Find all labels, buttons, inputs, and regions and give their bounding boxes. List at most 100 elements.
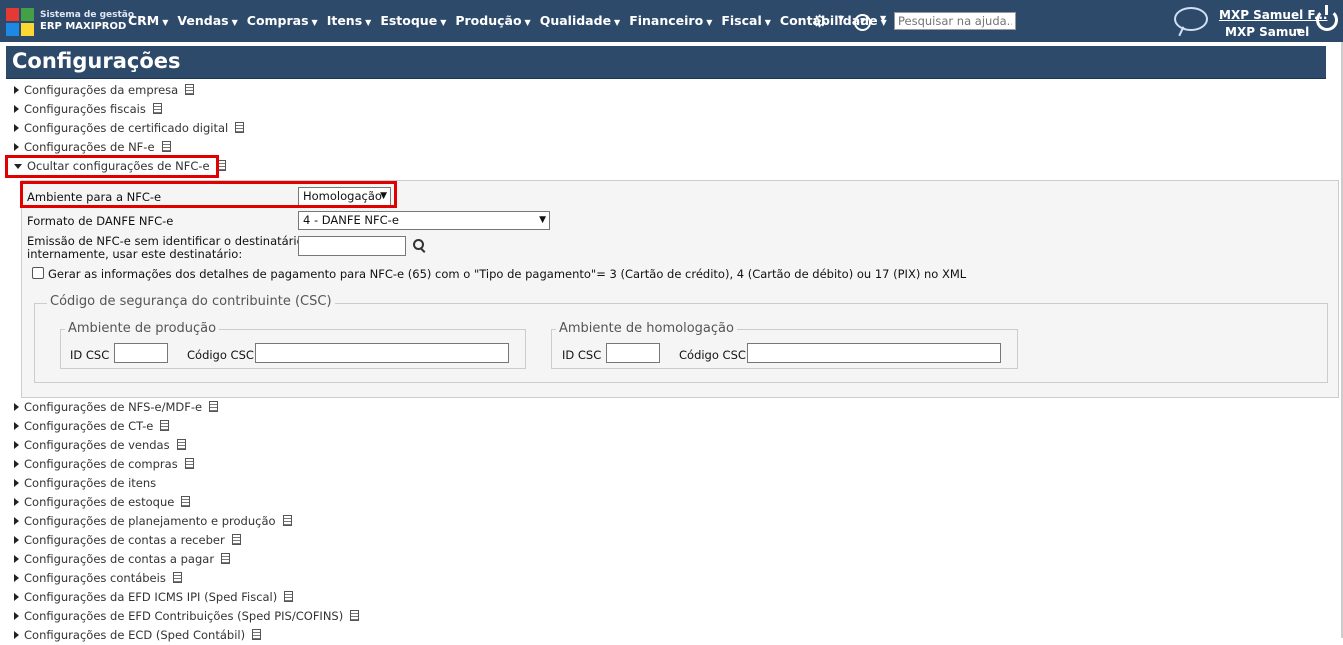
chat-icon[interactable] — [1174, 7, 1208, 31]
ambiente-select[interactable]: Homologação ▼ — [298, 187, 391, 206]
documentation-icon[interactable] — [231, 534, 241, 545]
documentation-icon[interactable] — [350, 610, 360, 621]
expand-arrow-icon — [14, 536, 19, 544]
section-itens[interactable]: Configurações de itens — [14, 474, 359, 493]
formato-select[interactable]: 4 - DANFE NFC-e ▼ — [298, 211, 550, 230]
section-label: Ocultar configurações de NFC-e — [27, 159, 210, 173]
section-label: Configurações fiscais — [24, 102, 146, 116]
search-icon[interactable] — [413, 239, 424, 250]
section-contas-pagar[interactable]: Configurações de contas a pagar — [14, 550, 359, 569]
menu-vendas[interactable]: Vendas ▼ — [177, 13, 237, 28]
menu-producao[interactable]: Produção ▼ — [455, 13, 530, 28]
expand-arrow-icon — [14, 441, 19, 449]
expand-arrow-icon — [14, 460, 19, 468]
documentation-icon[interactable] — [176, 439, 186, 450]
menu-crm[interactable]: CRM ▼ — [128, 13, 168, 28]
menu-label: Financeiro — [629, 13, 704, 28]
homologacao-legend: Ambiente de homologação — [556, 321, 737, 336]
documentation-icon[interactable] — [235, 122, 245, 133]
documentation-icon[interactable] — [172, 572, 182, 583]
documentation-icon[interactable] — [221, 553, 231, 564]
caret-down-icon: ▼ — [764, 18, 771, 27]
section-label: Configurações de contas a receber — [24, 533, 225, 547]
section-label: Configurações de contas a pagar — [24, 552, 215, 566]
section-compras[interactable]: Configurações de compras — [14, 455, 359, 474]
expand-arrow-icon — [14, 422, 19, 430]
menu-financeiro[interactable]: Financeiro ▼ — [629, 13, 712, 28]
section-label: Configurações da EFD ICMS IPI (Sped Fisc… — [24, 590, 278, 604]
documentation-icon[interactable] — [185, 84, 195, 95]
settings-gear-icon[interactable]: ⚙ — [812, 12, 827, 32]
brand-name[interactable]: Sistema de gestão ERP MAXIPROD — [40, 10, 134, 32]
section-vendas[interactable]: Configurações de vendas — [14, 436, 359, 455]
homologacao-id-csc-input[interactable] — [606, 343, 660, 363]
homologacao-codigo-csc-input[interactable] — [747, 343, 1001, 363]
section-nfse-mdfe[interactable]: Configurações de NFS-e/MDF-e — [14, 398, 359, 417]
section-nfe[interactable]: Configurações de NF-e — [14, 138, 244, 157]
destinatario-input[interactable] — [298, 236, 406, 256]
section-label: Configurações de estoque — [24, 495, 175, 509]
producao-legend: Ambiente de produção — [65, 321, 220, 336]
maxiprod-logo-icon[interactable] — [6, 8, 34, 36]
power-icon[interactable] — [1316, 5, 1338, 31]
emissao-label-line2: internamente, usar este destinatário: — [27, 247, 243, 261]
section-certificado[interactable]: Configurações de certificado digital — [14, 119, 245, 138]
menu-label: Itens — [326, 13, 363, 28]
section-label: Configurações de itens — [24, 476, 157, 490]
section-cte[interactable]: Configurações de CT-e — [14, 417, 359, 436]
menu-qualidade[interactable]: Qualidade ▼ — [540, 13, 621, 28]
formato-label: Formato de DANFE NFC-e — [27, 214, 174, 228]
menu-fiscal[interactable]: Fiscal ▼ — [721, 13, 771, 28]
help-search-input[interactable] — [894, 12, 1016, 30]
section-nfce-toggle[interactable]: Ocultar configurações de NFC-e — [14, 157, 244, 176]
brand-subtitle: Sistema de gestão — [40, 10, 135, 20]
expand-arrow-icon — [14, 555, 19, 563]
producao-id-csc-input[interactable] — [114, 343, 168, 363]
expand-arrow-icon — [14, 574, 19, 582]
producao-codigo-csc-input[interactable] — [255, 343, 509, 363]
chevron-down-icon: ▼ — [539, 215, 546, 225]
documentation-icon[interactable] — [152, 103, 162, 114]
section-efd-icms-ipi[interactable]: Configurações da EFD ICMS IPI (Sped Fisc… — [14, 588, 359, 607]
user-caret-icon[interactable]: ▼ — [1296, 27, 1302, 36]
documentation-icon[interactable] — [181, 496, 191, 507]
documentation-icon[interactable] — [184, 458, 194, 469]
settings-caret-icon[interactable]: ▼ — [838, 14, 844, 23]
expand-arrow-icon — [14, 593, 19, 601]
help-caret-icon[interactable]: ▼ — [880, 14, 886, 23]
menu-label: Fiscal — [721, 13, 762, 28]
documentation-icon[interactable] — [161, 141, 171, 152]
section-fiscais[interactable]: Configurações fiscais — [14, 100, 244, 119]
expand-arrow-icon — [14, 517, 19, 525]
documentation-icon[interactable] — [284, 591, 294, 602]
menu-estoque[interactable]: Estoque ▼ — [380, 13, 446, 28]
settings-sections-bottom: Configurações de NFS-e/MDF-e Configuraçõ… — [14, 398, 360, 645]
caret-down-icon: ▼ — [231, 18, 238, 27]
section-contabeis[interactable]: Configurações contábeis — [14, 569, 359, 588]
section-contas-receber[interactable]: Configurações de contas a receber — [14, 531, 359, 550]
producao-id-csc-label: ID CSC — [70, 348, 110, 362]
page-title-bar: Configurações — [6, 46, 1326, 79]
section-label: Configurações de certificado digital — [24, 121, 229, 135]
menu-itens[interactable]: Itens ▼ — [327, 13, 372, 28]
section-label: Configurações de compras — [24, 457, 178, 471]
documentation-icon[interactable] — [216, 160, 226, 171]
help-icon[interactable]: ? — [854, 14, 871, 31]
menu-compras[interactable]: Compras ▼ — [247, 13, 318, 28]
pagamento-checkbox[interactable] — [32, 267, 44, 279]
section-label: Configurações da empresa — [24, 83, 179, 97]
ambiente-label: Ambiente para a NFC-e — [27, 190, 162, 204]
documentation-icon[interactable] — [160, 420, 170, 431]
page-title: Configurações — [12, 49, 181, 73]
section-empresa[interactable]: Configurações da empresa — [14, 81, 244, 100]
user-name-link[interactable]: MXP Samuel F... — [1219, 8, 1328, 22]
section-estoque[interactable]: Configurações de estoque — [14, 493, 359, 512]
documentation-icon[interactable] — [209, 401, 219, 412]
section-planejamento[interactable]: Configurações de planejamento e produção — [14, 512, 359, 531]
section-efd-contribuicoes[interactable]: Configurações de EFD Contribuições (Sped… — [14, 607, 360, 626]
documentation-icon[interactable] — [252, 629, 262, 640]
expand-arrow-icon — [14, 143, 19, 151]
section-ecd[interactable]: Configurações de ECD (Sped Contábil) — [14, 626, 359, 645]
section-label: Configurações de CT-e — [24, 419, 154, 433]
documentation-icon[interactable] — [282, 515, 292, 526]
